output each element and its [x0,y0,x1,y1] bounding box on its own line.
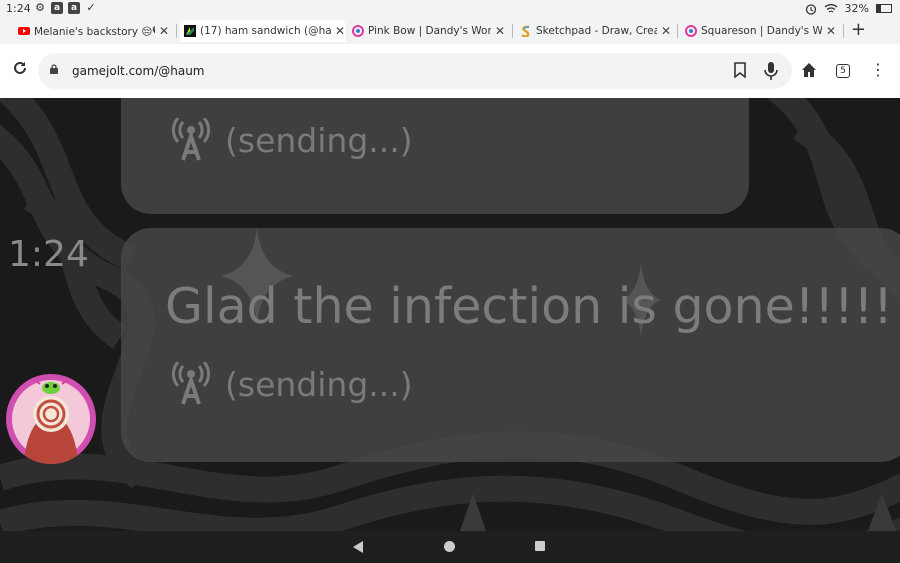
fandom-icon [685,25,697,37]
message-timestamp: 1:24 [8,234,89,275]
close-tab-icon[interactable]: ✕ [660,24,672,38]
amazon-icon-2: a [68,2,80,14]
more-menu-icon[interactable]: ⋮ [870,60,886,79]
tab-melanies-backstory[interactable]: Melanie's backstory 😔🖤💔 ✕ [18,20,170,42]
tab-squareson[interactable]: Squareson | Dandy's World W ✕ [685,20,837,42]
sending-status: (sending...) [171,118,413,162]
sending-antenna-icon [171,362,211,405]
spike-decoration [868,493,896,531]
wifi-icon [824,4,837,13]
chat-message-bubble[interactable]: (sending...) [121,98,749,214]
alarm-icon [805,3,816,15]
tab-sketchpad[interactable]: Sketchpad - Draw, Create, Sh ✕ [520,20,672,42]
battery-icon [876,4,892,13]
android-navigation-bar [0,531,900,563]
status-system-icons: 32% [805,2,892,15]
bookmark-icon[interactable] [734,62,746,78]
status-notification-icons: ⚙ a a ✓ [34,2,97,14]
spike-decoration [460,493,486,531]
download-done-icon: ✓ [86,1,96,14]
close-tab-icon[interactable]: ✕ [494,24,506,38]
back-nav-icon[interactable] [353,541,363,553]
recents-nav-icon[interactable] [535,541,545,551]
amazon-icon: a [51,2,63,14]
battery-percent: 32% [844,2,869,15]
status-time: 1:24 [6,2,31,15]
tab-title: Melanie's backstory 😔🖤💔 [34,25,155,38]
avatar-image [8,376,94,464]
sending-status: (sending...) [171,362,413,406]
settings-gear-icon: ⚙ [35,1,45,14]
message-text: Glad the infection is gone!!!!!!!!! [165,278,900,335]
tab-title: Pink Bow | Dandy's World W [368,25,491,37]
fandom-icon [352,25,364,37]
page-content: (sending...) 1:24 Glad the infection is … [0,98,900,531]
chat-message-bubble[interactable]: Glad the infection is gone!!!!!!!!! (sen… [121,228,900,462]
sending-text: (sending...) [225,120,413,160]
youtube-icon [18,27,30,35]
home-icon[interactable] [800,61,818,79]
tab-strip: Melanie's backstory 😔🖤💔 ✕ (17) ham sandw… [0,18,900,44]
url-text[interactable]: gamejolt.com/@haum [72,64,205,78]
close-tab-icon[interactable]: ✕ [158,24,170,38]
new-tab-plus-icon[interactable]: + [851,19,866,41]
sending-antenna-icon [171,118,211,161]
reload-icon[interactable] [12,60,28,81]
gamejolt-icon [184,25,196,37]
home-nav-icon[interactable] [444,541,455,552]
tab-pink-bow[interactable]: Pink Bow | Dandy's World W ✕ [352,20,506,42]
tab-title: Squareson | Dandy's World W [701,25,822,37]
tab-ham-sandwich[interactable]: (17) ham sandwich (@haum ✕ [180,20,346,42]
tab-title: Sketchpad - Draw, Create, Sh [536,25,657,37]
tab-title: (17) ham sandwich (@haum [200,25,331,37]
tab-switcher-button[interactable]: 5 [836,64,850,78]
lock-icon[interactable] [50,64,58,74]
sketchpad-icon [521,25,530,37]
user-avatar[interactable] [6,374,96,464]
microphone-icon[interactable] [764,62,778,80]
close-tab-icon[interactable]: ✕ [825,24,837,38]
close-tab-icon[interactable]: ✕ [334,24,346,38]
address-bar[interactable]: gamejolt.com/@haum [38,53,792,89]
sending-text: (sending...) [225,364,413,404]
browser-toolbar: gamejolt.com/@haum 5 ⋮ [0,44,900,98]
status-bar: 1:24 ⚙ a a ✓ 32% [0,0,900,18]
